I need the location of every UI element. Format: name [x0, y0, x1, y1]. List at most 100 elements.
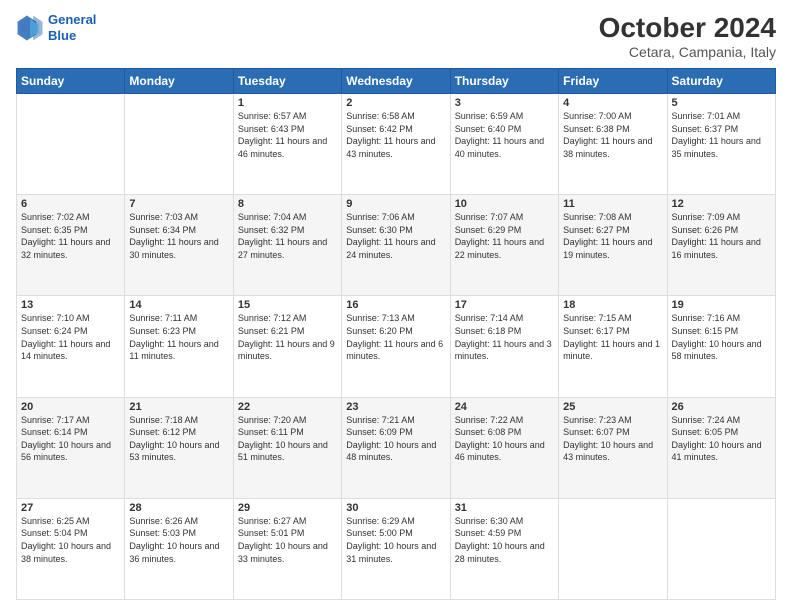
day-info: Sunrise: 7:14 AM Sunset: 6:18 PM Dayligh…: [455, 312, 554, 362]
calendar-cell: 6Sunrise: 7:02 AM Sunset: 6:35 PM Daylig…: [17, 195, 125, 296]
calendar-week-0: 1Sunrise: 6:57 AM Sunset: 6:43 PM Daylig…: [17, 94, 776, 195]
day-number: 25: [563, 401, 662, 413]
day-number: 20: [21, 401, 120, 413]
calendar-cell: 18Sunrise: 7:15 AM Sunset: 6:17 PM Dayli…: [559, 296, 667, 397]
calendar-week-1: 6Sunrise: 7:02 AM Sunset: 6:35 PM Daylig…: [17, 195, 776, 296]
day-number: 24: [455, 401, 554, 413]
logo-text: General Blue: [48, 12, 96, 43]
logo: General Blue: [16, 12, 96, 43]
day-info: Sunrise: 6:25 AM Sunset: 5:04 PM Dayligh…: [21, 515, 120, 565]
day-number: 29: [238, 502, 337, 514]
calendar-cell: 22Sunrise: 7:20 AM Sunset: 6:11 PM Dayli…: [233, 397, 341, 498]
calendar-week-4: 27Sunrise: 6:25 AM Sunset: 5:04 PM Dayli…: [17, 498, 776, 599]
day-info: Sunrise: 7:07 AM Sunset: 6:29 PM Dayligh…: [455, 211, 554, 261]
day-number: 16: [346, 299, 445, 311]
day-number: 7: [129, 198, 228, 210]
day-info: Sunrise: 7:00 AM Sunset: 6:38 PM Dayligh…: [563, 110, 662, 160]
day-info: Sunrise: 7:23 AM Sunset: 6:07 PM Dayligh…: [563, 414, 662, 464]
calendar-table: Sunday Monday Tuesday Wednesday Thursday…: [16, 68, 776, 600]
calendar-cell: 8Sunrise: 7:04 AM Sunset: 6:32 PM Daylig…: [233, 195, 341, 296]
calendar-cell: 3Sunrise: 6:59 AM Sunset: 6:40 PM Daylig…: [450, 94, 558, 195]
calendar-cell: 23Sunrise: 7:21 AM Sunset: 6:09 PM Dayli…: [342, 397, 450, 498]
calendar-cell: 31Sunrise: 6:30 AM Sunset: 4:59 PM Dayli…: [450, 498, 558, 599]
day-number: 9: [346, 198, 445, 210]
day-info: Sunrise: 7:13 AM Sunset: 6:20 PM Dayligh…: [346, 312, 445, 362]
day-info: Sunrise: 7:02 AM Sunset: 6:35 PM Dayligh…: [21, 211, 120, 261]
day-info: Sunrise: 7:10 AM Sunset: 6:24 PM Dayligh…: [21, 312, 120, 362]
day-number: 18: [563, 299, 662, 311]
calendar-cell: 15Sunrise: 7:12 AM Sunset: 6:21 PM Dayli…: [233, 296, 341, 397]
day-info: Sunrise: 6:30 AM Sunset: 4:59 PM Dayligh…: [455, 515, 554, 565]
day-info: Sunrise: 7:24 AM Sunset: 6:05 PM Dayligh…: [672, 414, 771, 464]
day-info: Sunrise: 7:15 AM Sunset: 6:17 PM Dayligh…: [563, 312, 662, 362]
day-number: 21: [129, 401, 228, 413]
day-info: Sunrise: 6:57 AM Sunset: 6:43 PM Dayligh…: [238, 110, 337, 160]
day-info: Sunrise: 7:03 AM Sunset: 6:34 PM Dayligh…: [129, 211, 228, 261]
calendar-cell: 24Sunrise: 7:22 AM Sunset: 6:08 PM Dayli…: [450, 397, 558, 498]
calendar-cell: 1Sunrise: 6:57 AM Sunset: 6:43 PM Daylig…: [233, 94, 341, 195]
calendar-cell: 25Sunrise: 7:23 AM Sunset: 6:07 PM Dayli…: [559, 397, 667, 498]
day-info: Sunrise: 7:18 AM Sunset: 6:12 PM Dayligh…: [129, 414, 228, 464]
col-tuesday: Tuesday: [233, 69, 341, 94]
calendar-cell: 20Sunrise: 7:17 AM Sunset: 6:14 PM Dayli…: [17, 397, 125, 498]
calendar-header-row: Sunday Monday Tuesday Wednesday Thursday…: [17, 69, 776, 94]
calendar-cell: [559, 498, 667, 599]
day-info: Sunrise: 7:21 AM Sunset: 6:09 PM Dayligh…: [346, 414, 445, 464]
title-block: October 2024 Cetara, Campania, Italy: [599, 12, 776, 60]
day-number: 19: [672, 299, 771, 311]
col-monday: Monday: [125, 69, 233, 94]
calendar-cell: 28Sunrise: 6:26 AM Sunset: 5:03 PM Dayli…: [125, 498, 233, 599]
day-info: Sunrise: 7:11 AM Sunset: 6:23 PM Dayligh…: [129, 312, 228, 362]
col-sunday: Sunday: [17, 69, 125, 94]
col-wednesday: Wednesday: [342, 69, 450, 94]
header: General Blue October 2024 Cetara, Campan…: [16, 12, 776, 60]
day-info: Sunrise: 7:01 AM Sunset: 6:37 PM Dayligh…: [672, 110, 771, 160]
day-number: 1: [238, 97, 337, 109]
calendar-cell: 26Sunrise: 7:24 AM Sunset: 6:05 PM Dayli…: [667, 397, 775, 498]
day-number: 13: [21, 299, 120, 311]
day-number: 2: [346, 97, 445, 109]
day-info: Sunrise: 7:16 AM Sunset: 6:15 PM Dayligh…: [672, 312, 771, 362]
calendar-cell: 10Sunrise: 7:07 AM Sunset: 6:29 PM Dayli…: [450, 195, 558, 296]
day-number: 8: [238, 198, 337, 210]
calendar-cell: 16Sunrise: 7:13 AM Sunset: 6:20 PM Dayli…: [342, 296, 450, 397]
day-number: 22: [238, 401, 337, 413]
logo-line1: General: [48, 12, 96, 28]
calendar-cell: 2Sunrise: 6:58 AM Sunset: 6:42 PM Daylig…: [342, 94, 450, 195]
day-number: 10: [455, 198, 554, 210]
day-number: 27: [21, 502, 120, 514]
day-info: Sunrise: 6:59 AM Sunset: 6:40 PM Dayligh…: [455, 110, 554, 160]
day-number: 6: [21, 198, 120, 210]
day-info: Sunrise: 6:27 AM Sunset: 5:01 PM Dayligh…: [238, 515, 337, 565]
day-number: 28: [129, 502, 228, 514]
calendar-cell: 21Sunrise: 7:18 AM Sunset: 6:12 PM Dayli…: [125, 397, 233, 498]
calendar-cell: [17, 94, 125, 195]
col-friday: Friday: [559, 69, 667, 94]
col-saturday: Saturday: [667, 69, 775, 94]
logo-line2: Blue: [48, 28, 96, 44]
day-info: Sunrise: 7:20 AM Sunset: 6:11 PM Dayligh…: [238, 414, 337, 464]
day-info: Sunrise: 7:09 AM Sunset: 6:26 PM Dayligh…: [672, 211, 771, 261]
day-number: 23: [346, 401, 445, 413]
calendar-cell: 19Sunrise: 7:16 AM Sunset: 6:15 PM Dayli…: [667, 296, 775, 397]
day-info: Sunrise: 7:17 AM Sunset: 6:14 PM Dayligh…: [21, 414, 120, 464]
day-info: Sunrise: 7:04 AM Sunset: 6:32 PM Dayligh…: [238, 211, 337, 261]
calendar-cell: 11Sunrise: 7:08 AM Sunset: 6:27 PM Dayli…: [559, 195, 667, 296]
day-number: 14: [129, 299, 228, 311]
day-info: Sunrise: 7:12 AM Sunset: 6:21 PM Dayligh…: [238, 312, 337, 362]
calendar-cell: 14Sunrise: 7:11 AM Sunset: 6:23 PM Dayli…: [125, 296, 233, 397]
day-number: 5: [672, 97, 771, 109]
main-title: October 2024: [599, 12, 776, 44]
calendar-cell: [667, 498, 775, 599]
calendar-cell: 5Sunrise: 7:01 AM Sunset: 6:37 PM Daylig…: [667, 94, 775, 195]
calendar-cell: 29Sunrise: 6:27 AM Sunset: 5:01 PM Dayli…: [233, 498, 341, 599]
day-info: Sunrise: 6:26 AM Sunset: 5:03 PM Dayligh…: [129, 515, 228, 565]
calendar-cell: 13Sunrise: 7:10 AM Sunset: 6:24 PM Dayli…: [17, 296, 125, 397]
day-number: 31: [455, 502, 554, 514]
calendar-cell: 12Sunrise: 7:09 AM Sunset: 6:26 PM Dayli…: [667, 195, 775, 296]
day-number: 30: [346, 502, 445, 514]
day-number: 11: [563, 198, 662, 210]
day-info: Sunrise: 7:06 AM Sunset: 6:30 PM Dayligh…: [346, 211, 445, 261]
calendar-cell: 9Sunrise: 7:06 AM Sunset: 6:30 PM Daylig…: [342, 195, 450, 296]
calendar-cell: 7Sunrise: 7:03 AM Sunset: 6:34 PM Daylig…: [125, 195, 233, 296]
